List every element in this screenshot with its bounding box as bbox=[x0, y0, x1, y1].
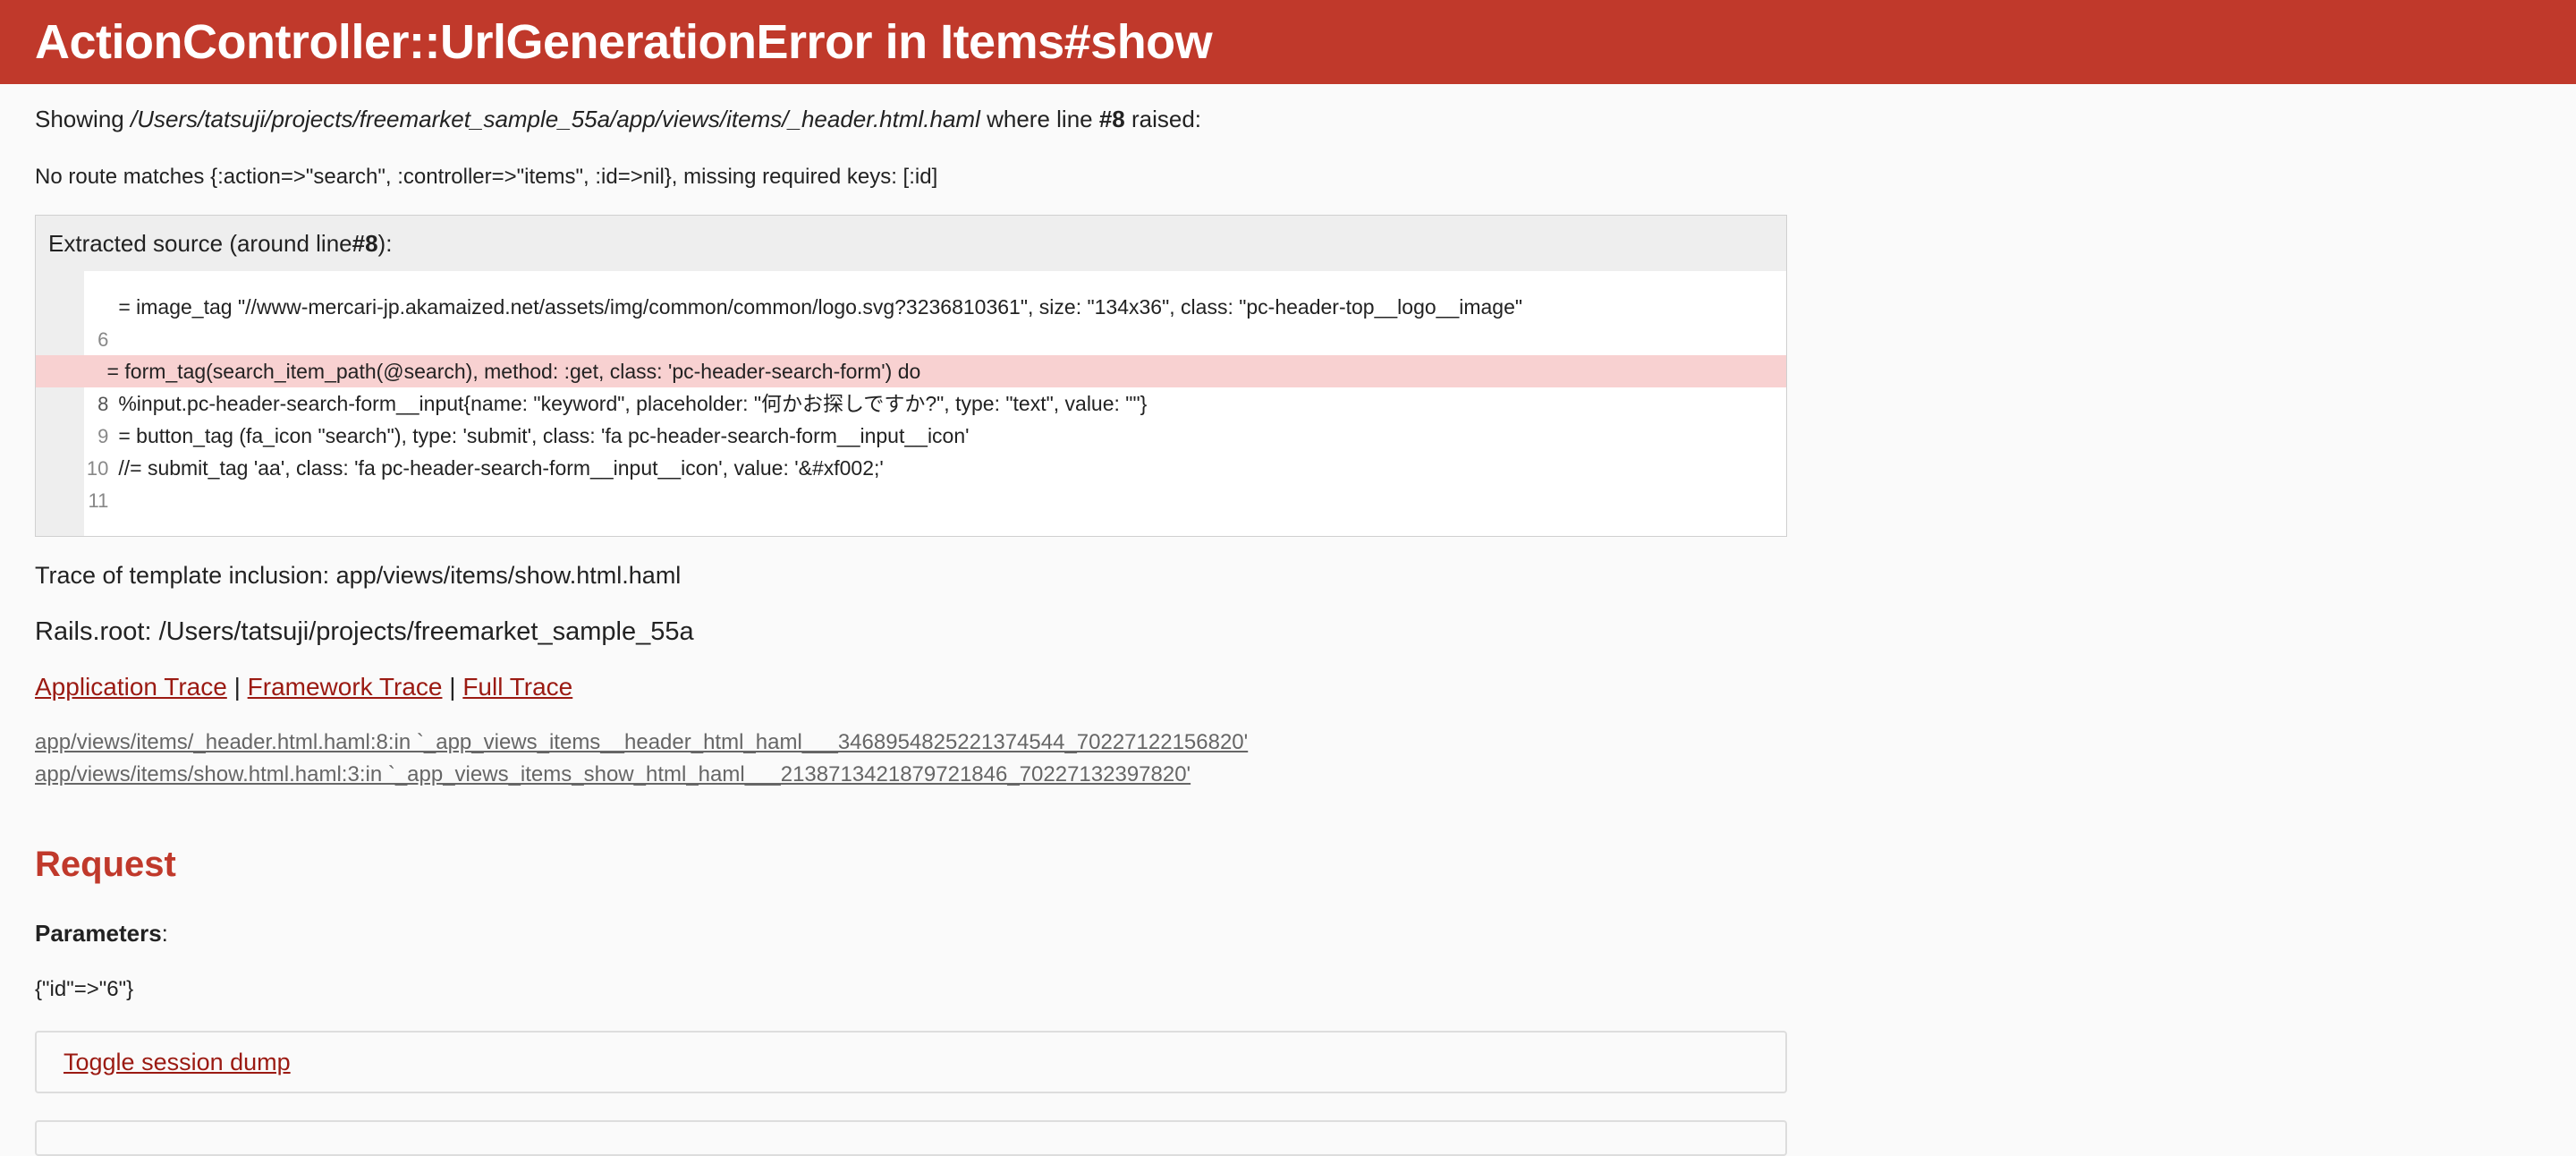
showing-prefix: Showing bbox=[35, 106, 131, 132]
code-text: = form_tag(search_item_path(@search), me… bbox=[84, 360, 921, 383]
template-inclusion-trace: Trace of template inclusion: app/views/i… bbox=[35, 562, 682, 589]
showing-middle: where line bbox=[979, 106, 1099, 132]
trace-entry-link[interactable]: app/views/items/show.html.haml:3:in `_ap… bbox=[35, 759, 1248, 791]
code-text: = button_tag (fa_icon "search"), type: '… bbox=[84, 424, 970, 447]
error-message: No route matches {:action=>"search", :co… bbox=[35, 165, 938, 189]
error-header: ActionController::UrlGenerationError in … bbox=[0, 0, 2576, 84]
application-trace-link[interactable]: Application Trace bbox=[35, 673, 227, 701]
trace-list: app/views/items/_header.html.haml:8:in `… bbox=[35, 727, 1248, 791]
code-line: 7 bbox=[36, 323, 1786, 383]
source-title-suffix: ): bbox=[377, 229, 393, 257]
full-trace-link[interactable]: Full Trace bbox=[462, 673, 572, 701]
trace-entry-link[interactable]: app/views/items/_header.html.haml:8:in `… bbox=[35, 727, 1248, 759]
code-line: 10 = button_tag (fa_icon "search"), type… bbox=[36, 420, 1786, 480]
extracted-source: Extracted source (around line #8): 6 = i… bbox=[35, 215, 1787, 537]
trace-separator: | bbox=[442, 673, 463, 701]
code-text: //= submit_tag 'aa', class: 'fa pc-heade… bbox=[84, 456, 884, 480]
parameters-label-line: Parameters: bbox=[35, 920, 168, 948]
toggle-session-dump-link[interactable]: Toggle session dump bbox=[64, 1049, 291, 1076]
source-code-body: 6 = image_tag "//www-mercari-jp.akamaize… bbox=[36, 271, 1786, 536]
request-heading: Request bbox=[35, 845, 176, 884]
code-text: = image_tag "//www-mercari-jp.akamaized.… bbox=[84, 295, 1523, 319]
parameters-colon: : bbox=[161, 920, 168, 947]
trace-toggle-links: Application Trace | Framework Trace | Fu… bbox=[35, 673, 572, 701]
error-title: ActionController::UrlGenerationError in … bbox=[35, 15, 1213, 69]
parameters-value: {"id"=>"6"} bbox=[35, 977, 134, 1001]
rails-root: Rails.root: /Users/tatsuji/projects/free… bbox=[35, 617, 694, 646]
code-line: 9 %input.pc-header-search-form__input{na… bbox=[36, 387, 1786, 447]
framework-trace-link[interactable]: Framework Trace bbox=[248, 673, 443, 701]
extracted-source-title: Extracted source (around line #8): bbox=[36, 216, 1786, 271]
env-dump-box bbox=[35, 1120, 1787, 1156]
template-path: /Users/tatsuji/projects/freemarket_sampl… bbox=[130, 106, 980, 132]
code-line: 11 //= submit_tag 'aa', class: 'fa pc-he… bbox=[36, 452, 1786, 512]
source-title-line: #8 bbox=[352, 229, 378, 257]
code-text: %input.pc-header-search-form__input{name… bbox=[84, 392, 1148, 415]
code-line: 6 = image_tag "//www-mercari-jp.akamaize… bbox=[36, 291, 1786, 351]
code-line-highlighted: 8 = form_tag(search_item_path(@search), … bbox=[36, 355, 1786, 415]
session-dump-box: Toggle session dump bbox=[35, 1031, 1787, 1093]
source-title-prefix: Extracted source (around line bbox=[48, 229, 352, 257]
showing-suffix: raised: bbox=[1124, 106, 1202, 132]
parameters-label: Parameters bbox=[35, 920, 162, 947]
raised-line-number: #8 bbox=[1098, 106, 1125, 132]
showing-line: Showing /Users/tatsuji/projects/freemark… bbox=[35, 106, 1201, 133]
trace-separator: | bbox=[226, 673, 248, 701]
line-number: 11 bbox=[88, 489, 109, 512]
